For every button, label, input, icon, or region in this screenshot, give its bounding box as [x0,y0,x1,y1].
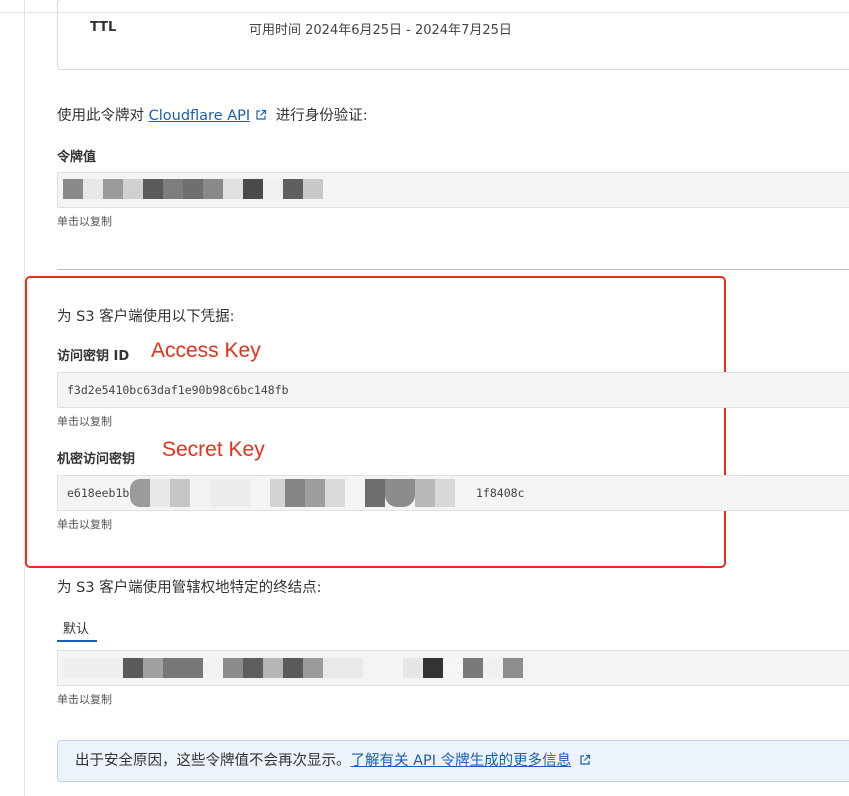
intro-before: 使用此令牌对 [57,108,144,124]
tab-default-label: 默认 [63,622,90,637]
secret-key-suffix: 1f8408c [476,486,525,500]
access-key-copy-hint[interactable]: 单击以复制 [57,413,112,429]
access-key-annotation: Access Key [151,339,261,362]
ttl-label: TTL [90,20,117,35]
secret-key-prefix: e618eeb1b [67,486,130,500]
notice-text: 出于安全原因，这些令牌值不会再次显示。 [75,753,351,769]
redacted-token-value [63,179,363,199]
external-link-icon [256,109,267,120]
external-link-icon [580,754,591,765]
secret-key-field[interactable]: e618eeb1b 1f8408c [57,475,849,511]
secret-key-copy-hint[interactable]: 单击以复制 [57,516,112,532]
tab-active-indicator [57,640,97,642]
ttl-value: 可用时间 2024年6月25日 - 2024年7月25日 [249,23,512,38]
secret-key-annotation: Secret Key [162,438,265,461]
token-label: 令牌值 [57,150,97,165]
api-token-docs-link[interactable]: 了解有关 API 令牌生成的更多信息 [351,753,572,769]
intro-after: 进行身份验证: [275,108,368,124]
redacted-endpoint [63,658,543,678]
token-value-field[interactable] [57,172,849,208]
tab-default[interactable]: 默认 [57,618,97,642]
section-divider [57,269,849,270]
token-copy-hint[interactable]: 单击以复制 [57,213,112,229]
access-key-field[interactable]: f3d2e5410bc63daf1e90b98c6bc148fb [57,372,849,408]
endpoint-copy-hint[interactable]: 单击以复制 [57,691,112,707]
security-notice: 出于安全原因，这些令牌值不会再次显示。了解有关 API 令牌生成的更多信息 [57,740,849,782]
access-key-label: 访问密钥 ID [57,349,130,364]
secret-key-label: 机密访问密钥 [57,452,136,467]
intro-text: 使用此令牌对 Cloudflare API 进行身份验证: [57,104,368,125]
s3-credentials-title: 为 S3 客户端使用以下凭据: [57,309,235,325]
endpoint-title: 为 S3 客户端使用管辖权地特定的终结点: [57,580,322,596]
cloudflare-api-link[interactable]: Cloudflare API [149,108,251,124]
endpoint-field[interactable] [57,650,849,686]
redacted-secret-key [130,479,480,507]
